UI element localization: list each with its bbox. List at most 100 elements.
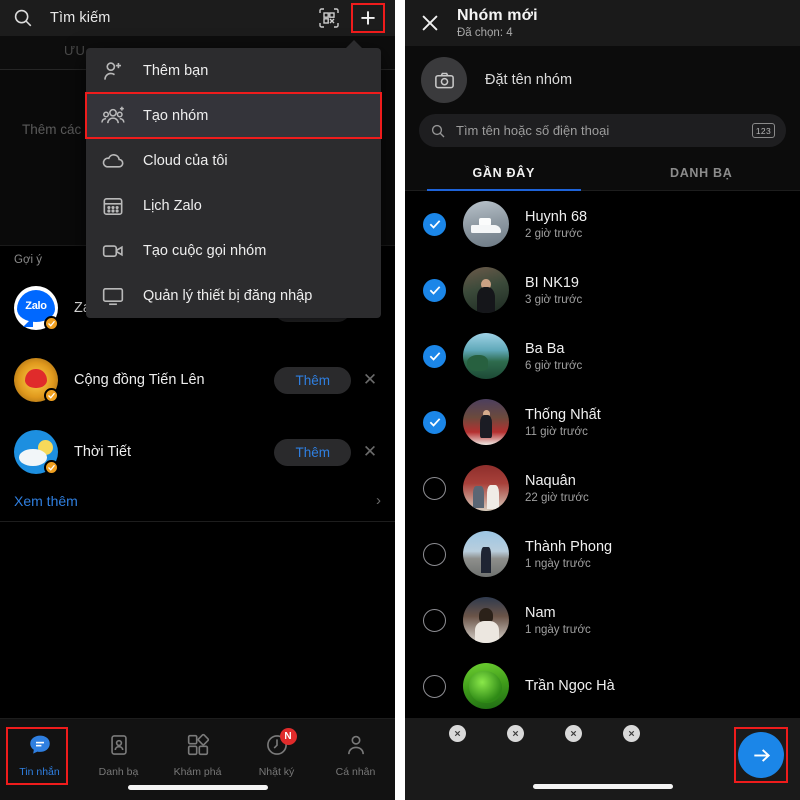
- list-item[interactable]: Thời Tiết Thêm ✕: [0, 416, 395, 488]
- checkbox-checked[interactable]: [423, 278, 446, 302]
- contact-timestamp: 1 ngày trước: [525, 557, 591, 570]
- nav-item-label: Nhật ký: [258, 766, 295, 778]
- table-row[interactable]: Ba Ba 6 giờ trước: [405, 323, 800, 389]
- list-item-label: Thời Tiết: [74, 444, 132, 460]
- selected-member-chip[interactable]: [475, 725, 524, 774]
- nav-item-messages[interactable]: Tin nhắn: [0, 727, 79, 785]
- nav-item-contacts[interactable]: Danh bạ: [79, 728, 158, 778]
- numeric-keypad-icon[interactable]: 123: [751, 123, 775, 138]
- checkbox-unchecked[interactable]: [423, 674, 446, 698]
- table-row[interactable]: Thành Phong 1 ngày trước: [405, 521, 800, 587]
- new-group-header: Nhóm mới Đã chọn: 4: [405, 0, 800, 46]
- table-row[interactable]: Thống Nhất 11 giờ trước: [405, 389, 800, 455]
- menu-item-create-group[interactable]: Tạo nhóm: [85, 92, 382, 139]
- tab-contacts[interactable]: DANH BẠ: [603, 157, 800, 190]
- group-name-row[interactable]: Đặt tên nhóm: [405, 46, 800, 114]
- search-icon[interactable]: [12, 7, 34, 29]
- avatar: [463, 399, 509, 445]
- menu-item-group-call[interactable]: Tạo cuộc gọi nhóm: [86, 228, 381, 273]
- contact-timestamp: 6 giờ trước: [525, 359, 583, 372]
- menu-item-label: Lịch Zalo: [143, 197, 202, 214]
- left-search-header: Tìm kiếm +: [0, 0, 395, 36]
- close-icon[interactable]: [417, 10, 443, 36]
- checkbox-checked[interactable]: [423, 344, 446, 368]
- table-row[interactable]: Naquân 22 giờ trước: [405, 455, 800, 521]
- selected-member-chip[interactable]: [533, 725, 582, 774]
- table-row[interactable]: Huynh 68 2 giờ trước: [405, 191, 800, 257]
- checkbox-unchecked[interactable]: [423, 608, 446, 632]
- contact-name: Trần Ngọc Hà: [525, 678, 615, 694]
- add-dropdown-menu: Thêm bạn Tạo nhóm Cloud của tôi Lịch Zal…: [85, 40, 382, 318]
- avatar: [463, 465, 509, 511]
- left-phone-screen: Tìm kiếm + ƯU Thêm các Gợi ý Zalo Cộng đ…: [0, 0, 395, 800]
- contact-name: Huynh 68: [525, 208, 588, 225]
- table-row[interactable]: Nam 1 ngày trước: [405, 587, 800, 653]
- calendar-icon: [100, 193, 126, 219]
- see-more-label: Xem thêm: [14, 492, 78, 509]
- verified-badge-icon: [44, 460, 59, 475]
- checkbox-checked[interactable]: [423, 212, 446, 236]
- dismiss-suggestion-icon[interactable]: ✕: [357, 370, 383, 390]
- menu-item-add-friend[interactable]: Thêm bạn: [86, 48, 381, 93]
- menu-item-zalo-calendar[interactable]: Lịch Zalo: [86, 183, 381, 228]
- highlight-box-create-group: [85, 92, 382, 139]
- avatar: [463, 531, 509, 577]
- menu-item-label: Thêm bạn: [143, 62, 209, 79]
- camera-icon[interactable]: [421, 57, 467, 103]
- close-icon[interactable]: [449, 725, 466, 742]
- contact-name: Nam: [525, 604, 556, 621]
- add-suggestion-button[interactable]: Thêm: [274, 366, 351, 394]
- nav-item-discover[interactable]: Khám phá: [158, 728, 237, 778]
- group-name-input[interactable]: Đặt tên nhóm: [485, 72, 572, 88]
- selected-member-chip[interactable]: [591, 725, 640, 774]
- selected-member-chip[interactable]: [417, 725, 466, 774]
- home-indicator: [532, 784, 673, 789]
- menu-item-my-cloud[interactable]: Cloud của tôi: [86, 138, 381, 183]
- dismiss-suggestion-icon[interactable]: ✕: [357, 442, 383, 462]
- contact-name: Ba Ba: [525, 340, 565, 357]
- verified-badge-icon: [44, 316, 59, 331]
- plus-icon: +: [360, 2, 376, 33]
- weather-avatar: [14, 430, 59, 475]
- menu-item-device-manager[interactable]: Quản lý thiết bị đăng nhập: [86, 273, 381, 318]
- table-row[interactable]: BI NK19 3 giờ trước: [405, 257, 800, 323]
- nav-item-label: Danh bạ: [98, 766, 139, 778]
- person-icon: [343, 732, 369, 758]
- next-button[interactable]: [738, 732, 784, 778]
- contact-timestamp: 22 giờ trước: [525, 491, 589, 504]
- menu-item-label: Cloud của tôi: [143, 152, 228, 169]
- checkbox-unchecked[interactable]: [423, 542, 446, 566]
- arrow-right-icon: [753, 748, 770, 762]
- menu-item-label: Tạo cuộc gọi nhóm: [143, 242, 267, 259]
- see-more-row[interactable]: Xem thêm ›: [0, 488, 395, 519]
- avatar: [463, 597, 509, 643]
- priority-tab-ghost-label: ƯU: [64, 43, 86, 58]
- discover-icon: [185, 732, 211, 758]
- screenshot-root: Tìm kiếm + ƯU Thêm các Gợi ý Zalo Cộng đ…: [0, 0, 800, 800]
- video-call-icon: [100, 238, 126, 264]
- tab-recent[interactable]: GẦN ĐÂY: [405, 157, 603, 191]
- create-group-icon: [100, 103, 126, 129]
- add-suggestion-button[interactable]: Thêm: [274, 438, 351, 466]
- right-phone-screen: Nhóm mới Đã chọn: 4 Đặt tên nhóm Tìm tên…: [405, 0, 800, 800]
- contact-name: Thành Phong: [525, 538, 613, 555]
- checkbox-unchecked[interactable]: [423, 476, 446, 500]
- qr-code-icon[interactable]: [317, 6, 341, 30]
- nav-item-timeline[interactable]: N Nhật ký: [237, 728, 316, 778]
- community-avatar: [14, 358, 59, 403]
- close-icon[interactable]: [507, 725, 524, 742]
- nav-item-profile[interactable]: Cá nhân: [316, 728, 395, 778]
- nav-item-label: Khám phá: [173, 766, 222, 778]
- search-placeholder-label[interactable]: Tìm kiếm: [50, 10, 110, 26]
- checkbox-checked[interactable]: [423, 410, 446, 434]
- monitor-icon: [100, 283, 126, 309]
- status-badge: N: [279, 728, 297, 745]
- table-row[interactable]: Trần Ngọc Hà: [405, 653, 800, 719]
- home-indicator: [127, 785, 268, 790]
- close-icon[interactable]: [623, 725, 640, 742]
- close-icon[interactable]: [565, 725, 582, 742]
- add-button[interactable]: +: [351, 3, 385, 33]
- contact-search-input[interactable]: Tìm tên hoặc số điện thoại 123: [419, 114, 786, 147]
- contact-source-tabs: GẦN ĐÂY DANH BẠ: [405, 157, 800, 191]
- list-item[interactable]: Cộng đồng Tiến Lên Thêm ✕: [0, 344, 395, 416]
